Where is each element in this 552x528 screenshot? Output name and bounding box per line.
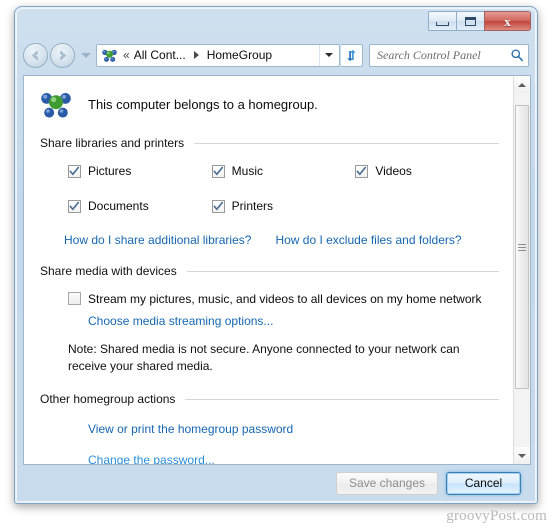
homegroup-icon — [41, 93, 71, 118]
link-view-or-print-homegroup-password[interactable]: View or print the homegroup password — [88, 422, 293, 436]
checkbox-row-printers[interactable]: Printers — [211, 199, 356, 213]
share-libraries-heading-label: Share libraries and printers — [40, 136, 185, 150]
share-media-heading-label: Share media with devices — [40, 264, 177, 278]
checkbox-label-documents: Documents — [88, 199, 149, 213]
other-actions-list: View or print the homegroup password Cha… — [40, 420, 499, 464]
section-divider — [186, 270, 499, 272]
vertical-scrollbar[interactable] — [513, 76, 530, 464]
other-actions-heading-label: Other homegroup actions — [40, 392, 176, 406]
checkmark-icon — [69, 165, 80, 176]
scrollbar-grip-icon — [518, 243, 526, 251]
maximize-button[interactable] — [456, 11, 485, 31]
back-arrow-icon — [31, 50, 38, 60]
title-bar: x — [15, 7, 537, 37]
checkbox-row-documents[interactable]: Documents — [68, 199, 212, 213]
dialog-button-bar: Save changes Cancel — [15, 463, 537, 503]
section-divider — [185, 398, 499, 400]
breadcrumb-address-box[interactable]: « All Cont... HomeGroup — [96, 43, 340, 67]
checkbox-row-pictures[interactable]: Pictures — [68, 164, 212, 178]
checkbox-label-stream-media: Stream my pictures, music, and videos to… — [88, 292, 482, 306]
link-exclude-files-and-folders[interactable]: How do I exclude files and folders? — [275, 233, 461, 247]
checkbox-label-printers: Printers — [231, 199, 274, 213]
screenshot-root: x « All Cont... HomeGroup Search Control… — [0, 0, 552, 528]
checkmark-icon — [69, 200, 80, 211]
close-button[interactable]: x — [484, 11, 531, 31]
forward-arrow-icon — [60, 50, 67, 60]
arrow-down-icon — [518, 453, 526, 458]
scroll-down-button[interactable] — [514, 447, 530, 464]
close-icon: x — [504, 13, 511, 29]
breadcrumb-overflow[interactable]: « — [121, 48, 132, 62]
streaming-options-link-row: Choose media streaming options... — [40, 312, 499, 330]
shared-media-note: Note: Shared media is not secure. Anyone… — [68, 342, 460, 373]
chevron-down-icon — [324, 53, 333, 57]
section-divider — [194, 142, 499, 144]
address-bar: « All Cont... HomeGroup — [15, 37, 537, 73]
breadcrumb-item-homegroup[interactable]: HomeGroup — [205, 47, 274, 63]
checkbox-pictures[interactable] — [68, 164, 81, 178]
homegroup-icon — [102, 49, 117, 62]
checkbox-printers[interactable] — [211, 199, 225, 213]
refresh-icon — [347, 49, 356, 61]
search-icon[interactable] — [510, 48, 524, 62]
checkbox-row-stream-media[interactable]: Stream my pictures, music, and videos to… — [40, 292, 499, 306]
library-column-2: Music Printers — [211, 164, 356, 213]
content-pane: This computer belongs to a homegroup. Sh… — [23, 75, 531, 465]
library-checkbox-grid: Pictures Documents Music Printers Videos — [40, 164, 499, 213]
scrollbar-track[interactable] — [514, 93, 530, 447]
checkbox-row-videos[interactable]: Videos — [355, 164, 499, 178]
share-libraries-section: Share libraries and printers Pictures Do… — [24, 136, 513, 247]
search-box[interactable] — [369, 43, 529, 67]
arrow-up-icon — [518, 82, 526, 87]
checkbox-music[interactable] — [211, 164, 225, 178]
maximize-icon — [465, 16, 476, 26]
homegroup-window: x « All Cont... HomeGroup Search Control… — [14, 6, 538, 504]
library-help-links: How do I share additional libraries? How… — [40, 233, 499, 247]
search-input[interactable] — [377, 47, 510, 63]
cancel-button[interactable]: Cancel — [446, 471, 521, 495]
forward-button[interactable] — [50, 42, 75, 68]
checkbox-row-music[interactable]: Music — [211, 164, 356, 178]
checkmark-icon — [212, 165, 223, 176]
checkbox-label-videos: Videos — [375, 164, 412, 178]
share-media-heading: Share media with devices — [40, 264, 499, 278]
minimize-icon — [436, 21, 449, 26]
checkbox-videos[interactable] — [355, 164, 369, 178]
breadcrumb-separator-icon — [193, 51, 199, 59]
status-text: This computer belongs to a homegroup. — [88, 96, 318, 112]
library-column-3: Videos — [355, 164, 499, 213]
scrollbar-thumb[interactable] — [515, 105, 529, 389]
share-libraries-heading: Share libraries and printers — [40, 136, 499, 150]
status-header: This computer belongs to a homegroup. — [24, 88, 513, 120]
save-changes-button[interactable]: Save changes — [335, 471, 438, 495]
address-dropdown-button[interactable] — [319, 44, 337, 66]
watermark: groovyPost.com — [446, 508, 547, 524]
library-column-1: Pictures Documents — [68, 164, 212, 213]
minimize-button[interactable] — [428, 11, 457, 31]
window-controls: x — [428, 11, 531, 31]
other-actions-section: Other homegroup actions View or print th… — [24, 392, 513, 464]
checkbox-label-pictures: Pictures — [88, 164, 132, 178]
back-button[interactable] — [23, 42, 48, 68]
link-share-additional-libraries[interactable]: How do I share additional libraries? — [64, 233, 251, 247]
share-media-section: Share media with devices Stream my pictu… — [24, 264, 513, 375]
checkbox-documents[interactable] — [68, 199, 81, 213]
link-choose-media-streaming-options[interactable]: Choose media streaming options... — [88, 314, 273, 328]
checkmark-icon — [356, 165, 367, 176]
other-actions-heading: Other homegroup actions — [40, 392, 499, 406]
checkbox-stream-media[interactable] — [68, 292, 81, 305]
checkbox-label-music: Music — [231, 164, 264, 178]
refresh-button[interactable] — [341, 43, 363, 67]
checkmark-icon — [212, 200, 223, 211]
recent-pages-chevron-down-icon[interactable] — [81, 52, 91, 58]
scroll-up-button[interactable] — [514, 76, 530, 93]
breadcrumb-item-all-control-panel[interactable]: All Cont... — [132, 47, 188, 63]
action-row-view-password: View or print the homegroup password — [88, 420, 499, 438]
content-scroll-area: This computer belongs to a homegroup. Sh… — [24, 76, 513, 464]
